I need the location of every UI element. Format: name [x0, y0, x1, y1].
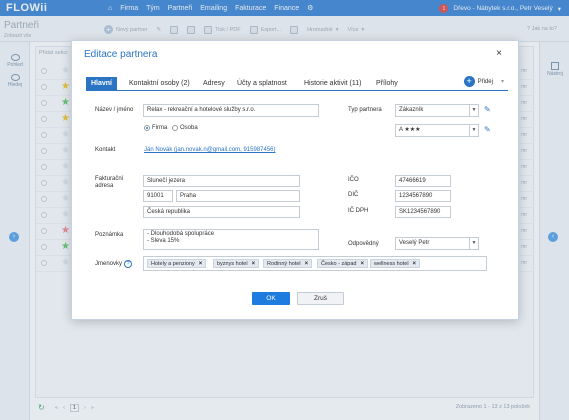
add-label: Přidej — [477, 78, 493, 85]
rating-select[interactable]: A ★★★ ▼ — [395, 124, 479, 137]
dialog-tabs: Hlavní Kontaktní osoby (2) Adresy Účty a… — [86, 76, 508, 91]
icdph-field[interactable]: SK1234567890 — [395, 206, 451, 218]
remove-tag-icon[interactable]: × — [360, 261, 364, 267]
ico-label: IČO — [348, 177, 359, 183]
tag-chip[interactable]: Česko - západ × — [317, 259, 368, 268]
icdph-label: IČ DPH — [348, 208, 369, 214]
dialog-title: Editace partnera — [84, 49, 158, 60]
remove-tag-icon[interactable]: × — [199, 261, 203, 267]
note-textarea[interactable]: - Dlouhodobá spolupráce - Sleva 15% — [143, 229, 319, 250]
tag-label: Česko - západ — [321, 261, 357, 267]
tag-label: wellness hotel — [374, 261, 409, 267]
country-field[interactable]: Česká republika — [143, 206, 300, 218]
responsible-label: Odpovědný — [348, 241, 379, 247]
partner-type-label: Typ partnera — [348, 107, 382, 113]
tab-main[interactable]: Hlavní — [86, 77, 118, 91]
responsible-select[interactable]: Veselý Petr ▼ — [395, 237, 479, 250]
tag-chip[interactable]: wellness hotel × — [370, 259, 421, 268]
rating-value: A ★★★ — [399, 127, 421, 133]
radio-person-label: Osoba — [180, 125, 198, 131]
radio-firm-dot — [144, 125, 150, 131]
tab-accounts[interactable]: Účty a splatnost — [232, 77, 292, 91]
tags-input[interactable]: Hotely a penziony × byznys hotel × Rodinný… — [143, 256, 487, 271]
partner-type-value: Zákazník — [399, 107, 424, 113]
tag-label: Hotely a penziony — [151, 261, 195, 267]
radio-person-dot — [172, 125, 178, 131]
partner-type-select[interactable]: Zákazník ▼ — [395, 104, 479, 117]
radio-firm[interactable]: Firma — [144, 125, 167, 131]
plus-icon: + — [463, 76, 475, 87]
responsible-value: Veselý Petr — [399, 240, 430, 246]
tag-label: byznys hotel — [217, 261, 248, 267]
name-field[interactable]: Relax - rekreační a hotelové služby s.r.… — [143, 104, 319, 117]
dic-field[interactable]: 1234567890 — [395, 190, 451, 202]
zip-field[interactable]: 91001 — [143, 190, 173, 202]
contact-label: Kontakt — [95, 147, 116, 153]
cancel-button[interactable]: Zruš — [297, 292, 344, 305]
pencil-icon[interactable]: ✎ — [484, 125, 491, 134]
radio-firm-label: Firma — [152, 125, 168, 131]
dic-label: DIČ — [348, 192, 359, 198]
name-label: Název / jméno — [95, 107, 134, 113]
remove-tag-icon[interactable]: × — [413, 261, 417, 267]
remove-tag-icon[interactable]: × — [252, 261, 256, 267]
chevron-down-icon: ▾ — [500, 79, 504, 85]
ico-field[interactable]: 47466619 — [395, 175, 451, 187]
chevron-down-icon: ▼ — [469, 105, 478, 116]
ok-button[interactable]: OK — [252, 292, 290, 305]
remove-tag-icon[interactable]: × — [305, 261, 309, 267]
radio-person[interactable]: Osoba — [172, 125, 198, 131]
chevron-down-icon: ▼ — [469, 125, 478, 136]
tab-activity-history[interactable]: Historie aktivit (11) — [299, 77, 366, 91]
tags-label: Jmenovky — [95, 261, 123, 267]
note-label: Poznámka — [95, 232, 124, 238]
question-icon[interactable]: ? — [124, 260, 132, 268]
tab-attachments[interactable]: Přílohy — [371, 77, 403, 91]
tag-label: Rodinný hotel — [267, 261, 301, 267]
close-icon[interactable]: × — [496, 48, 502, 59]
tab-addresses[interactable]: Adresy — [198, 77, 230, 91]
chevron-down-icon: ▼ — [469, 238, 478, 249]
tag-chip[interactable]: byznys hotel × — [213, 259, 260, 268]
contact-link[interactable]: Ján Novák (jan.novak.n@gmail.com, 915987… — [144, 147, 276, 153]
add-button[interactable]: + Přidej ▾ — [463, 76, 504, 87]
street-field[interactable]: Slunečí jezera — [143, 175, 300, 187]
tag-chip[interactable]: Rodinný hotel × — [263, 259, 313, 268]
city-field[interactable]: Praha — [176, 190, 300, 202]
pencil-icon[interactable]: ✎ — [484, 105, 491, 114]
edit-partner-dialog: Editace partnera × Hlavní Kontaktní osob… — [71, 40, 519, 320]
billing-address-label: Fakturační adresa — [95, 176, 124, 189]
tag-chip[interactable]: Hotely a penziony × — [147, 259, 207, 268]
tab-contacts[interactable]: Kontaktní osoby (2) — [124, 77, 195, 91]
